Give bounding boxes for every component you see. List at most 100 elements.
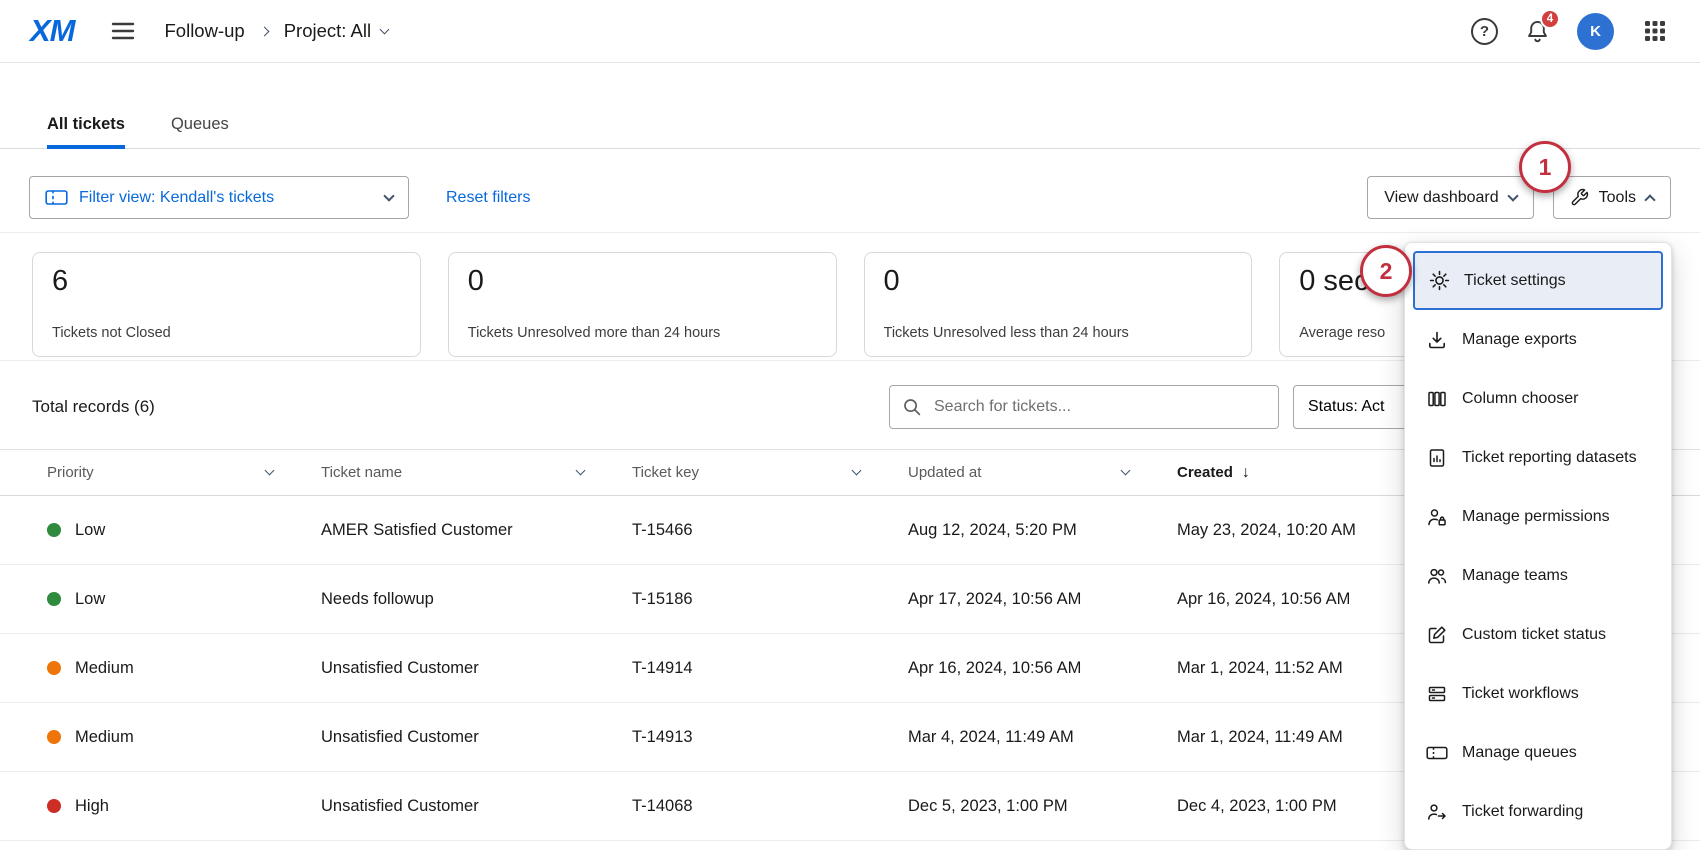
toolbar-right-buttons: View dashboard Tools <box>1367 176 1671 219</box>
breadcrumb-separator-icon <box>259 26 269 36</box>
priority-label: Medium <box>75 728 134 747</box>
menu-item-ticket-settings[interactable]: Ticket settings <box>1413 251 1663 310</box>
updated-at-cell: Mar 4, 2024, 11:49 AM <box>908 728 1177 747</box>
hamburger-menu-icon[interactable] <box>107 17 139 45</box>
priority-label: Medium <box>75 659 134 678</box>
priority-label: Low <box>75 590 105 609</box>
breadcrumb-section-label: Follow-up <box>165 20 245 42</box>
wrench-icon <box>1570 188 1589 207</box>
column-label: Ticket name <box>321 464 402 481</box>
search-box <box>889 385 1279 429</box>
menu-item-ticket-workflows[interactable]: Ticket workflows <box>1413 664 1663 723</box>
ticket-key-cell: T-15466 <box>632 521 908 540</box>
column-header-priority[interactable]: Priority <box>47 464 321 481</box>
chevron-down-icon <box>383 190 394 201</box>
menu-item-label: Manage queues <box>1462 744 1577 762</box>
filter-toolbar: Filter view: Kendall's tickets Reset fil… <box>0 176 1700 219</box>
column-label: Created <box>1177 464 1233 481</box>
chevron-down-icon <box>576 466 586 476</box>
priority-cell: Low <box>47 521 321 540</box>
ticket-icon <box>1425 744 1449 762</box>
view-dashboard-label: View dashboard <box>1384 189 1498 207</box>
menu-item-label: Manage teams <box>1462 567 1568 585</box>
menu-item-custom-ticket-status[interactable]: Custom ticket status <box>1413 605 1663 664</box>
stat-value: 6 <box>52 265 401 298</box>
column-header-updated-at[interactable]: Updated at <box>908 464 1177 481</box>
stat-card-unresolved-less-24h: 0 Tickets Unresolved less than 24 hours <box>864 252 1253 357</box>
person-lock-icon <box>1425 507 1449 527</box>
view-dashboard-button[interactable]: View dashboard <box>1367 176 1533 219</box>
tab-all-tickets[interactable]: All tickets <box>47 115 125 149</box>
ticket-name-cell: Unsatisfied Customer <box>321 659 632 678</box>
breadcrumb-project-dropdown[interactable]: Project: All <box>284 20 388 42</box>
search-input[interactable] <box>932 397 1266 417</box>
column-label: Ticket key <box>632 464 699 481</box>
ticket-name-cell: AMER Satisfied Customer <box>321 521 632 540</box>
column-label: Priority <box>47 464 94 481</box>
menu-item-manage-teams[interactable]: Manage teams <box>1413 546 1663 605</box>
column-header-ticket-name[interactable]: Ticket name <box>321 464 632 481</box>
breadcrumb-section[interactable]: Follow-up <box>165 20 245 42</box>
annotation-step-2: 2 <box>1360 245 1412 297</box>
menu-item-label: Manage exports <box>1462 331 1577 349</box>
menu-item-label: Ticket settings <box>1464 272 1566 290</box>
stat-card-not-closed: 6 Tickets not Closed <box>32 252 421 357</box>
filter-view-label: Filter view: Kendall's tickets <box>79 189 274 207</box>
download-icon <box>1425 330 1449 350</box>
search-icon <box>902 397 922 417</box>
menu-item-label: Ticket workflows <box>1462 685 1579 703</box>
priority-cell: High <box>47 797 321 816</box>
tools-label: Tools <box>1599 189 1636 207</box>
priority-label: Low <box>75 521 105 540</box>
avatar[interactable]: K <box>1577 13 1614 50</box>
help-icon[interactable]: ? <box>1471 18 1498 45</box>
notification-badge: 4 <box>1540 9 1560 29</box>
chevron-down-icon <box>265 466 275 476</box>
menu-item-manage-queues[interactable]: Manage queues <box>1413 723 1663 782</box>
priority-dot <box>47 523 61 537</box>
tools-menu: Ticket settings Manage exports Column ch… <box>1404 242 1672 850</box>
notifications-button[interactable]: 4 <box>1524 18 1551 45</box>
menu-item-manage-exports[interactable]: Manage exports <box>1413 310 1663 369</box>
app-grid-icon[interactable] <box>1640 16 1670 46</box>
edit-icon <box>1425 625 1449 645</box>
updated-at-cell: Aug 12, 2024, 5:20 PM <box>908 521 1177 540</box>
menu-item-label: Custom ticket status <box>1462 626 1606 644</box>
tools-button[interactable]: Tools <box>1553 176 1671 219</box>
chevron-down-icon <box>1507 190 1518 201</box>
stat-card-unresolved-more-24h: 0 Tickets Unresolved more than 24 hours <box>448 252 837 357</box>
priority-cell: Low <box>47 590 321 609</box>
tab-bar: All tickets Queues <box>0 115 1700 149</box>
gear-icon <box>1427 270 1451 291</box>
stat-label: Tickets Unresolved more than 24 hours <box>468 325 817 341</box>
priority-dot <box>47 661 61 675</box>
columns-icon <box>1425 389 1449 409</box>
status-filter-label: Status: Act <box>1308 398 1384 416</box>
menu-item-ticket-forwarding[interactable]: Ticket forwarding <box>1413 782 1663 841</box>
menu-item-column-chooser[interactable]: Column chooser <box>1413 369 1663 428</box>
ticket-key-cell: T-15186 <box>632 590 908 609</box>
stat-label: Tickets not Closed <box>52 325 401 341</box>
ticket-icon <box>45 189 68 206</box>
column-header-ticket-key[interactable]: Ticket key <box>632 464 908 481</box>
tab-queues[interactable]: Queues <box>171 115 229 149</box>
priority-dot <box>47 730 61 744</box>
section-divider <box>0 232 1700 233</box>
menu-item-manage-permissions[interactable]: Manage permissions <box>1413 487 1663 546</box>
avatar-initial: K <box>1590 23 1601 40</box>
stat-value: 0 <box>884 265 1233 298</box>
stat-value: 0 <box>468 265 817 298</box>
filter-view-dropdown[interactable]: Filter view: Kendall's tickets <box>29 176 409 219</box>
reset-filters-link[interactable]: Reset filters <box>446 189 530 207</box>
workflow-icon <box>1425 684 1449 704</box>
people-icon <box>1425 566 1449 586</box>
menu-item-label: Ticket reporting datasets <box>1462 449 1637 467</box>
chevron-down-icon <box>852 466 862 476</box>
ticket-name-cell: Unsatisfied Customer <box>321 728 632 747</box>
topbar: XM Follow-up Project: All ? 4 K <box>0 0 1700 63</box>
breadcrumb: Follow-up Project: All <box>165 20 389 42</box>
menu-item-ticket-reporting-datasets[interactable]: Ticket reporting datasets <box>1413 428 1663 487</box>
priority-dot <box>47 799 61 813</box>
priority-label: High <box>75 797 109 816</box>
chevron-down-icon <box>1121 466 1131 476</box>
